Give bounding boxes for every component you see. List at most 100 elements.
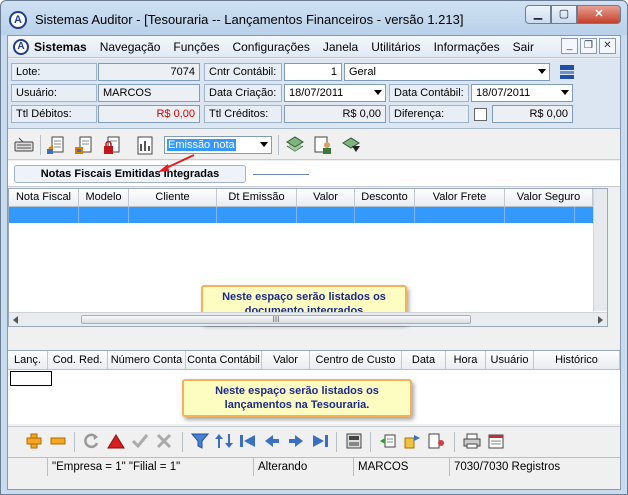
diferenca-label: Diferença: — [389, 105, 469, 123]
notas-vertical-scrollbar[interactable] — [593, 189, 607, 311]
close-button[interactable]: ✕ — [577, 5, 621, 24]
data-contabil-value: 18/07/2011 — [476, 87, 531, 99]
document-check-icon[interactable] — [284, 134, 306, 156]
document-send-icon[interactable] — [340, 134, 362, 156]
first-record-icon[interactable] — [238, 432, 258, 450]
user-list-icon[interactable] — [426, 432, 446, 450]
filter-icon[interactable] — [190, 432, 210, 450]
system-menu-icon[interactable]: A — [13, 39, 29, 55]
cancel-x-icon[interactable] — [154, 432, 174, 450]
lote-field: 7074 — [98, 63, 200, 81]
toolbar-separator — [454, 432, 455, 452]
menu-navegacao[interactable]: Navegação — [100, 40, 161, 54]
print-icon[interactable] — [462, 432, 482, 450]
caption-buttons: ▁ ▢ ✕ — [525, 5, 621, 24]
table-cell — [415, 207, 505, 223]
table-cell — [297, 207, 355, 223]
status-user: MARCOS — [354, 458, 450, 476]
save-grid-icon[interactable] — [344, 432, 364, 450]
menu-funcoes[interactable]: Funções — [173, 40, 219, 54]
selected-table-row[interactable] — [9, 207, 595, 223]
notas-fiscais-grid[interactable]: Nota Fiscal Modelo Cliente Dt Emissão Va… — [8, 188, 608, 327]
document-user-icon[interactable] — [312, 134, 334, 156]
menu-configuracoes[interactable]: Configurações — [232, 40, 309, 54]
toolbar-separator — [74, 432, 75, 452]
menu-utilitarios[interactable]: Utilitários — [371, 40, 420, 54]
ttl-debitos-field: R$ 0,00 — [98, 105, 200, 123]
column-header[interactable]: Lanç. — [8, 351, 48, 370]
scroll-thumb[interactable]: III — [81, 315, 471, 324]
document-lock-icon[interactable] — [102, 134, 124, 156]
import-list-icon[interactable] — [378, 432, 398, 450]
calendar-grid-icon[interactable] — [486, 432, 506, 450]
navigator-toolbar — [8, 426, 620, 454]
column-header[interactable]: Usuário — [486, 351, 534, 370]
confirm-check-icon[interactable] — [130, 432, 150, 450]
column-header[interactable]: Nota Fiscal — [9, 189, 79, 207]
lancamentos-grid[interactable]: Lanç. Cod. Red. Número Conta Conta Contá… — [8, 350, 620, 424]
diferenca-checkbox[interactable] — [474, 108, 487, 121]
menu-sistemas[interactable]: Sistemas — [34, 40, 87, 54]
main-window: A Sistemas Auditor - [Tesouraria -- Lanç… — [0, 0, 628, 495]
document-import-icon[interactable] — [46, 134, 68, 156]
notas-horizontal-scrollbar[interactable]: III — [9, 312, 607, 326]
column-header[interactable]: Valor Frete — [415, 189, 505, 207]
remove-record-icon[interactable] — [48, 432, 68, 450]
menu-sair[interactable]: Sair — [513, 40, 534, 54]
column-header[interactable]: Hora — [446, 351, 486, 370]
column-header[interactable]: Valor — [262, 351, 310, 370]
scroll-left-icon[interactable] — [13, 316, 18, 324]
column-header[interactable]: Dt Emissão — [217, 189, 297, 207]
next-record-icon[interactable] — [286, 432, 306, 450]
document-export-icon[interactable] — [74, 134, 96, 156]
minimize-button[interactable]: ▁ — [525, 5, 551, 24]
title-bar[interactable]: A Sistemas Auditor - [Tesouraria -- Lanç… — [1, 1, 627, 35]
lanc-edit-cell[interactable] — [10, 371, 52, 386]
column-header[interactable]: Histórico — [534, 351, 620, 370]
cntr-contabil-field[interactable]: 1 — [284, 63, 342, 81]
column-header[interactable]: Cliente — [129, 189, 217, 207]
column-header[interactable]: Número Conta — [108, 351, 186, 370]
emissao-nota-select[interactable]: Emissão nota — [164, 136, 272, 154]
data-criacao-field[interactable]: 18/07/2011 — [284, 84, 386, 102]
lancamentos-info-note: Neste espaço serão listados os lançament… — [182, 379, 412, 417]
last-record-icon[interactable] — [310, 432, 330, 450]
tab-notas-fiscais-integradas[interactable]: Notas Fiscais Emitidas Integradas — [14, 165, 246, 183]
ttl-debitos-label: Ttl Débitos: — [11, 105, 97, 123]
table-cell — [355, 207, 415, 223]
app-logo-icon: A — [9, 11, 27, 29]
child-minimize-button[interactable]: _ — [561, 38, 578, 54]
edit-triangle-icon[interactable] — [106, 432, 126, 450]
toolbar-separator — [278, 135, 279, 155]
column-header[interactable]: Valor — [297, 189, 355, 207]
chevron-down-icon — [561, 90, 569, 95]
export-data-icon[interactable] — [402, 432, 422, 450]
maximize-button[interactable]: ▢ — [551, 5, 577, 24]
status-record-count: 7030/7030 Registros — [454, 461, 561, 473]
column-header[interactable]: Cod. Red. — [48, 351, 108, 370]
table-grid-icon[interactable] — [558, 63, 576, 81]
mdi-client: A Sistemas Navegação Funções Configuraçõ… — [7, 35, 621, 490]
scroll-right-icon[interactable] — [598, 316, 603, 324]
data-contabil-field[interactable]: 18/07/2011 — [471, 84, 573, 102]
column-header[interactable]: Modelo — [79, 189, 129, 207]
sort-icon[interactable] — [214, 432, 234, 450]
child-restore-button[interactable]: ❐ — [580, 38, 597, 54]
menu-informacoes[interactable]: Informações — [434, 40, 500, 54]
child-close-button[interactable]: ✕ — [599, 38, 616, 54]
refresh-icon[interactable] — [82, 432, 102, 450]
column-header[interactable]: Valor Seguro — [505, 189, 593, 207]
column-header[interactable]: Centro de Custo — [310, 351, 402, 370]
column-header[interactable]: Conta Contábil — [186, 351, 262, 370]
lancamentos-grid-header: Lanç. Cod. Red. Número Conta Conta Contá… — [8, 351, 620, 370]
prior-record-icon[interactable] — [262, 432, 282, 450]
toolbar-separator — [370, 432, 371, 452]
column-header[interactable]: Data — [402, 351, 446, 370]
add-record-icon[interactable] — [24, 432, 44, 450]
report-icon[interactable] — [134, 134, 156, 156]
cntr-contabil-select[interactable]: Geral — [344, 63, 550, 81]
table-cell — [505, 207, 575, 223]
column-header[interactable]: Desconto — [355, 189, 415, 207]
keyboard-icon[interactable] — [13, 134, 35, 156]
menu-janela[interactable]: Janela — [323, 40, 358, 54]
